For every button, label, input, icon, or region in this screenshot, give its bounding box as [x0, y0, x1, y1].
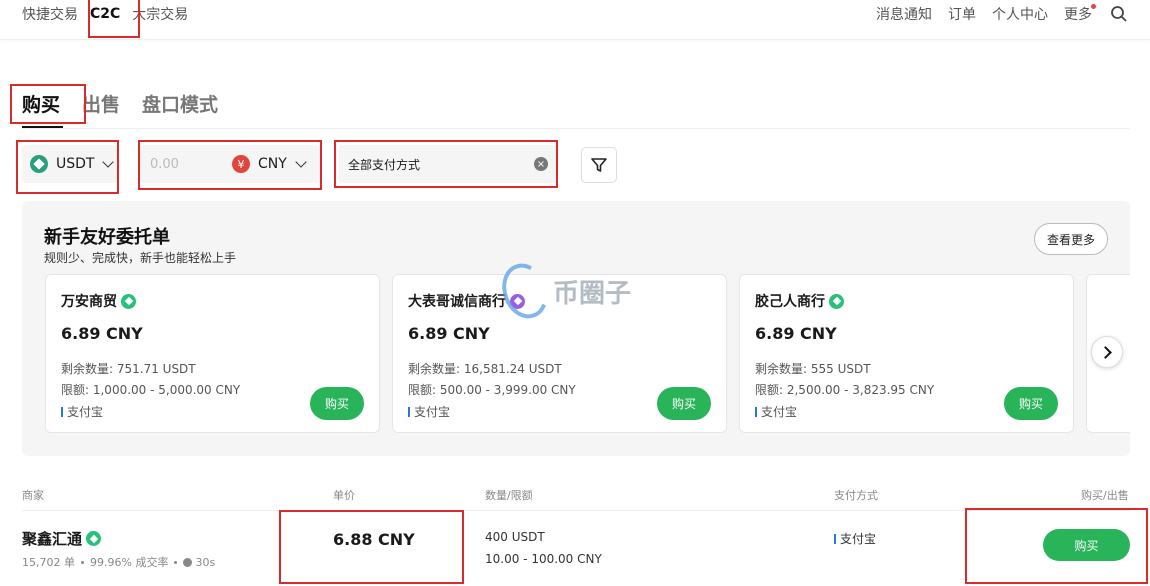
- row-completion-rate: 99.96% 成交率: [90, 556, 169, 569]
- notification-dot: [1091, 4, 1096, 9]
- cny-icon: ¥: [232, 155, 250, 173]
- verified-icon: [121, 293, 136, 309]
- promo-subtitle: 规则少、完成快，新手也能轻松上手: [44, 251, 237, 265]
- see-more-button[interactable]: 查看更多: [1034, 223, 1108, 255]
- payment-select-value: 全部支付方式: [348, 157, 421, 172]
- alipay-marker-icon: [61, 406, 63, 417]
- header-price: 单价: [333, 489, 355, 502]
- nav-profile[interactable]: 个人中心: [992, 4, 1048, 24]
- chevron-right-icon: [1099, 345, 1112, 359]
- watermark-logo: 币圈子: [494, 257, 632, 325]
- row-price: 6.88 CNY: [333, 530, 415, 549]
- verified-icon: [86, 531, 102, 546]
- card-limit: 限额: 500.00 - 3,999.00 CNY: [408, 383, 576, 397]
- promo-card[interactable]: 万安商贸 6.89 CNY 剩余数量: 751.71 USDT 限额: 1,00…: [45, 274, 380, 433]
- chevron-down-icon[interactable]: [295, 156, 307, 168]
- card-available: 剩余数量: 16,581.24 USDT: [408, 362, 562, 376]
- header-action: 购买/出售: [1081, 489, 1129, 502]
- carousel-next-button[interactable]: [1091, 336, 1123, 368]
- watermark-text: 币圈子: [553, 278, 632, 309]
- nav-c2c[interactable]: C2C: [90, 6, 120, 22]
- row-merchant-stats: 15,702 单 99.96% 成交率 30s: [22, 554, 215, 570]
- card-merchant-name: 大表哥诚信商行: [408, 294, 506, 310]
- row-merchant-name: 聚鑫汇通: [22, 530, 83, 548]
- dot-separator: [174, 560, 178, 564]
- card-available: 剩余数量: 751.71 USDT: [61, 362, 196, 376]
- usdt-icon: [30, 155, 48, 173]
- nav-block-trade[interactable]: 大宗交易: [132, 4, 188, 24]
- coin-select[interactable]: USDT: [22, 145, 118, 183]
- row-payment-label: 支付宝: [840, 532, 877, 546]
- row-limit: 10.00 - 100.00 CNY: [485, 552, 602, 566]
- coin-select-value: USDT: [56, 156, 95, 172]
- card-price: 6.89 CNY: [408, 324, 490, 343]
- row-payment: 支付宝: [834, 530, 876, 547]
- card-buy-button[interactable]: 购买: [1004, 387, 1058, 420]
- tab-sell[interactable]: 出售: [82, 90, 120, 117]
- watermark-ring-icon: [494, 257, 556, 325]
- filter-button[interactable]: [581, 147, 617, 183]
- card-price: 6.89 CNY: [61, 324, 143, 343]
- card-buy-button[interactable]: 购买: [657, 387, 711, 420]
- table-divider: [22, 510, 1130, 511]
- card-buy-button[interactable]: 购买: [310, 387, 364, 420]
- row-response-time: 30s: [195, 555, 216, 569]
- nav-orders[interactable]: 订单: [948, 4, 976, 24]
- amount-input[interactable]: 0.00: [150, 157, 232, 172]
- row-buy-button[interactable]: 购买: [1043, 529, 1130, 561]
- card-payment-label: 支付宝: [414, 405, 451, 419]
- search-icon[interactable]: [1110, 5, 1128, 23]
- verified-icon: [829, 293, 844, 309]
- nav-quick-trade[interactable]: 快捷交易: [22, 4, 78, 24]
- card-merchant[interactable]: 万安商贸: [61, 291, 136, 311]
- card-payment-label: 支付宝: [761, 405, 798, 419]
- row-merchant[interactable]: 聚鑫汇通: [22, 528, 102, 549]
- alipay-marker-icon: [834, 533, 836, 544]
- card-payment: 支付宝: [61, 403, 103, 420]
- card-payment: 支付宝: [408, 403, 450, 420]
- card-price: 6.89 CNY: [755, 324, 837, 343]
- card-merchant[interactable]: 胶己人商行: [755, 291, 844, 311]
- beginner-orders-panel: 新手友好委托单 规则少、完成快，新手也能轻松上手 查看更多 万安商贸 6.89 …: [22, 201, 1130, 456]
- top-nav: 快捷交易 C2C 大宗交易 消息通知 订单 个人中心 更多: [0, 0, 1150, 40]
- row-quantity: 400 USDT: [485, 530, 545, 544]
- dot-separator: [81, 560, 84, 564]
- card-merchant-name: 胶己人商行: [755, 294, 825, 310]
- header-payment: 支付方式: [834, 489, 878, 502]
- filter-icon: [591, 158, 607, 172]
- currency-select-value[interactable]: CNY: [258, 156, 287, 172]
- promo-title: 新手友好委托单: [44, 227, 170, 248]
- clear-icon[interactable]: ×: [534, 157, 548, 171]
- promo-card[interactable]: 胶己人商行 6.89 CNY 剩余数量: 555 USDT 限额: 2,500.…: [739, 274, 1074, 433]
- tabs-divider: [22, 128, 1130, 129]
- chevron-down-icon: [102, 156, 115, 168]
- card-merchant-name: 万安商贸: [61, 294, 117, 310]
- nav-more[interactable]: 更多: [1064, 4, 1096, 24]
- amount-currency-field: 0.00 ¥ CNY: [140, 145, 320, 183]
- payment-select[interactable]: 全部支付方式 ×: [338, 145, 558, 183]
- card-limit: 限额: 1,000.00 - 5,000.00 CNY: [61, 383, 241, 397]
- nav-active-underline: [100, 36, 128, 38]
- card-limit: 限额: 2,500.00 - 3,823.95 CNY: [755, 383, 935, 397]
- nav-more-label: 更多: [1064, 7, 1092, 23]
- card-payment-label: 支付宝: [67, 405, 104, 419]
- card-available: 剩余数量: 555 USDT: [755, 362, 871, 376]
- tab-buy[interactable]: 购买: [22, 90, 60, 117]
- header-quantity-limit: 数量/限额: [485, 489, 533, 502]
- card-payment: 支付宝: [755, 403, 797, 420]
- nav-notifications[interactable]: 消息通知: [876, 4, 932, 24]
- clock-icon: [183, 557, 193, 567]
- trade-tabs: 购买 出售 盘口模式: [22, 90, 240, 117]
- alipay-marker-icon: [755, 406, 757, 417]
- header-merchant: 商家: [22, 489, 44, 502]
- row-orders: 15,702 单: [22, 556, 75, 569]
- alipay-marker-icon: [408, 406, 410, 417]
- tab-orderbook[interactable]: 盘口模式: [142, 90, 218, 117]
